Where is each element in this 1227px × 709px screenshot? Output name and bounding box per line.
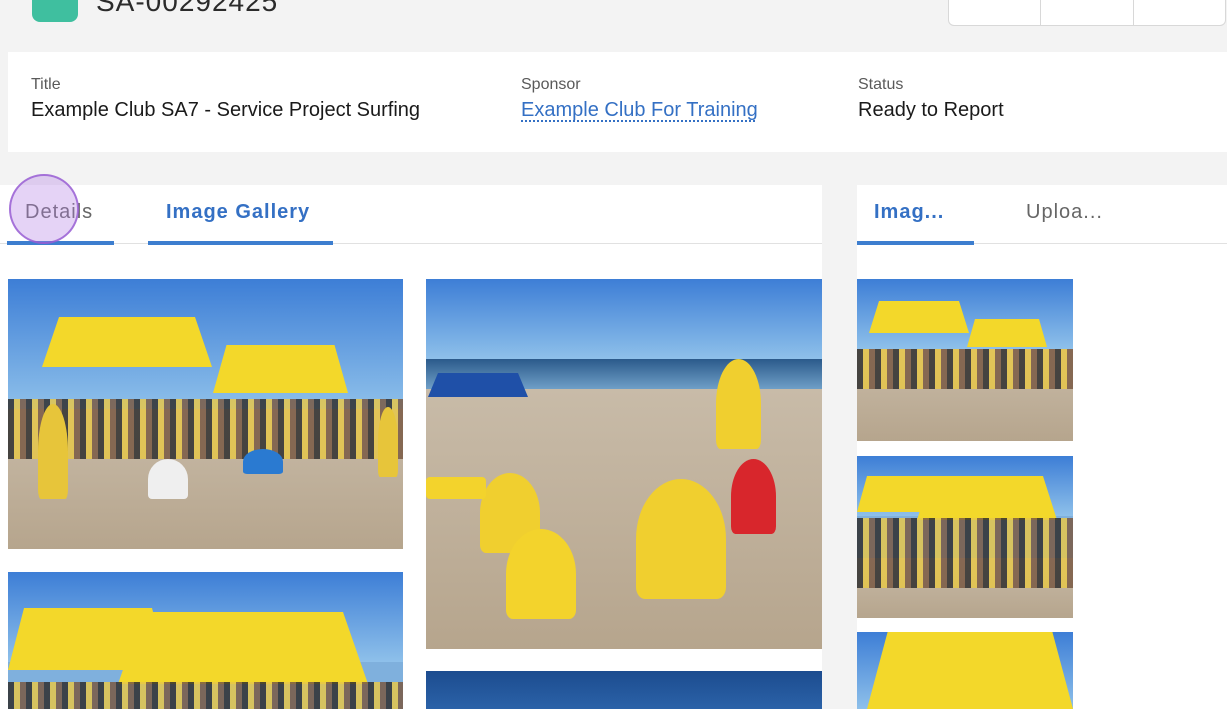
- record-number: SA-00292425: [96, 0, 279, 17]
- record-header: SA-00292425: [0, 0, 1227, 40]
- tab-image-gallery[interactable]: Image Gallery: [148, 201, 333, 245]
- gallery-image[interactable]: [8, 279, 403, 549]
- highlights-panel: Title Example Club SA7 - Service Project…: [8, 52, 1227, 152]
- thumbnail-image[interactable]: [857, 632, 1073, 709]
- gallery-image[interactable]: [426, 671, 822, 709]
- title-field: Title Example Club SA7 - Service Project…: [31, 76, 420, 122]
- tab-image-gallery-label: Image Gallery: [166, 201, 311, 223]
- tab-details-label: Details: [25, 201, 94, 223]
- record-type-icon: [32, 0, 78, 22]
- gallery-image[interactable]: [426, 279, 822, 649]
- tab-uploads[interactable]: Uploa...: [1026, 201, 1103, 224]
- status-field: Status Ready to Report: [858, 76, 1004, 122]
- sponsor-link[interactable]: Example Club For Training: [521, 99, 758, 122]
- title-label: Title: [31, 76, 61, 93]
- status-label: Status: [858, 76, 904, 93]
- thumbnail-image[interactable]: [857, 456, 1073, 618]
- header-action-buttons: [948, 0, 1226, 26]
- tab-uploads-label: Uploa...: [1026, 201, 1103, 223]
- tab-details[interactable]: Details: [7, 201, 114, 245]
- tab-images-label: Imag...: [874, 201, 945, 223]
- tab-details-underline: [7, 241, 114, 245]
- title-value: Example Club SA7 - Service Project Surfi…: [31, 99, 421, 121]
- tab-images-underline: [857, 241, 974, 245]
- sponsor-field: Sponsor Example Club For Training: [521, 76, 758, 122]
- side-tabbar: Imag... Uploa...: [857, 185, 1227, 245]
- sponsor-label: Sponsor: [521, 76, 581, 93]
- thumbnail-image[interactable]: [857, 279, 1073, 441]
- header-action-button[interactable]: [949, 0, 1042, 25]
- side-tabs-panel: Imag... Uploa...: [857, 185, 1227, 709]
- header-action-button[interactable]: [1134, 0, 1225, 25]
- header-action-button[interactable]: [1041, 0, 1134, 25]
- status-value: Ready to Report: [858, 99, 1004, 121]
- main-tabbar: Details Image Gallery: [0, 185, 822, 245]
- tab-images[interactable]: Imag...: [857, 201, 974, 245]
- gallery-image[interactable]: [8, 572, 403, 709]
- main-tabs-panel: Details Image Gallery: [0, 185, 822, 709]
- tab-image-gallery-underline: [148, 241, 333, 245]
